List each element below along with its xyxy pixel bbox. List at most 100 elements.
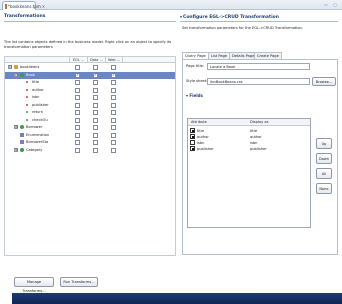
- transform-checkbox[interactable]: [75, 95, 80, 100]
- tree-node-isbn[interactable]: isbn: [5, 94, 175, 101]
- tree-node-label: Category: [26, 147, 43, 152]
- transform-checkbox[interactable]: [75, 140, 80, 145]
- transform-checkbox[interactable]: [75, 117, 80, 123]
- close-icon[interactable]: ✕: [42, 4, 45, 9]
- transform-checkbox[interactable]: [111, 140, 116, 145]
- transformations-title: Transformations: [4, 14, 46, 19]
- tree-node-booklieans[interactable]: ⊟ booklieans: [5, 64, 175, 71]
- up-button[interactable]: Up: [316, 138, 332, 149]
- transform-checkbox[interactable]: [111, 132, 116, 138]
- select-none-button[interactable]: None: [316, 183, 332, 194]
- select-all-button[interactable]: All: [316, 168, 332, 179]
- tree-node-borrowersta[interactable]: BorrowerSta: [5, 139, 175, 146]
- expand-icon[interactable]: ⊞: [14, 125, 18, 129]
- run-transforms-button[interactable]: Run Transforms...: [60, 277, 98, 287]
- field-checkbox[interactable]: [190, 128, 195, 133]
- file-icon: [5, 3, 7, 9]
- tab-list-page[interactable]: List Page: [208, 52, 231, 59]
- style-sheet-field[interactable]: /bnBookBeans.css: [207, 78, 310, 85]
- transform-checkbox[interactable]: [93, 147, 98, 153]
- display-as-column[interactable]: Display as: [250, 119, 268, 126]
- transform-checkbox[interactable]: [75, 102, 80, 108]
- attr-icon: [26, 103, 28, 106]
- window-controls[interactable]: ▭ ▢: [324, 2, 339, 7]
- down-button[interactable]: Down: [316, 153, 332, 164]
- field-checkbox[interactable]: [190, 134, 195, 139]
- tree-node-label: publisher: [32, 102, 49, 107]
- transform-checkbox[interactable]: [93, 102, 98, 108]
- transform-checkbox[interactable]: [111, 125, 116, 130]
- column-data[interactable]: Data ...: [87, 57, 105, 63]
- page-title-label: Page title:: [186, 64, 205, 68]
- tree-node-borrower[interactable]: ⊞ Borrower: [5, 124, 175, 131]
- tree-node-label: checkOu: [32, 117, 48, 122]
- transform-checkbox[interactable]: [93, 117, 98, 123]
- transform-checkbox[interactable]: [75, 147, 80, 153]
- column-web[interactable]: Web ...: [105, 57, 123, 63]
- collapse-icon[interactable]: ▾: [180, 14, 182, 19]
- field-attribute: publisher: [197, 147, 214, 151]
- tab-create-page[interactable]: Create Page: [254, 52, 282, 59]
- fields-table[interactable]: Attribute Display as title title author aut…: [187, 118, 311, 228]
- collapse-icon[interactable]: ⊟: [14, 72, 18, 77]
- transformation-tree[interactable]: EGL ... Data ... Web ... ⊟ booklieans ⊟ Boo…: [4, 56, 176, 256]
- transform-checkbox[interactable]: [75, 125, 80, 130]
- transform-checkbox[interactable]: [111, 87, 116, 93]
- transform-checkbox[interactable]: [93, 65, 98, 70]
- transform-checkbox[interactable]: [93, 140, 98, 145]
- field-checkbox[interactable]: [190, 146, 195, 151]
- transform-checkbox[interactable]: [93, 80, 98, 85]
- transform-checkbox[interactable]: [111, 147, 116, 153]
- tree-node-title[interactable]: title: [5, 79, 175, 86]
- tree-node-enumeration[interactable]: Enumeration: [5, 132, 175, 139]
- tree-node-checkou[interactable]: checkOu: [5, 117, 175, 124]
- transform-checkbox[interactable]: [75, 72, 80, 78]
- divider: [180, 21, 338, 22]
- transform-checkbox[interactable]: [111, 95, 116, 100]
- transform-checkbox[interactable]: [75, 80, 80, 85]
- transform-checkbox[interactable]: [75, 87, 80, 93]
- transform-checkbox[interactable]: [111, 65, 116, 70]
- configure-title-text: Configure EGL->CRUD Transformation: [183, 15, 279, 20]
- style-sheet-label: Style sheet:: [186, 79, 208, 83]
- transform-checkbox[interactable]: [111, 110, 116, 115]
- page-title-field[interactable]: Locate a Book: [207, 63, 310, 70]
- transform-checkbox[interactable]: [93, 110, 98, 115]
- manage-transforms-button[interactable]: Manage Transforms...: [14, 277, 54, 293]
- tree-node-label: Book: [26, 72, 35, 77]
- transform-checkbox[interactable]: [75, 65, 80, 70]
- attribute-column[interactable]: Attribute: [191, 119, 207, 126]
- transform-checkbox[interactable]: [93, 95, 98, 100]
- transform-checkbox[interactable]: [75, 132, 80, 138]
- collapse-icon[interactable]: ⊟: [8, 65, 12, 69]
- column-egl[interactable]: EGL ...: [69, 57, 87, 63]
- tree-node-book[interactable]: ⊟ Book: [5, 71, 175, 79]
- fields-table-header: Attribute Display as: [188, 119, 310, 126]
- editor-tab[interactable]: *bookkeans.tpm ✕: [2, 1, 45, 10]
- field-row[interactable]: publisher publisher: [188, 146, 310, 152]
- transform-checkbox[interactable]: [111, 102, 116, 108]
- transform-checkbox[interactable]: [93, 87, 98, 93]
- green-icon: [26, 118, 28, 121]
- tree-node-category[interactable]: ⊞ Category: [5, 147, 175, 154]
- enum-icon: [20, 140, 24, 144]
- transform-checkbox[interactable]: [111, 117, 116, 123]
- transform-checkbox[interactable]: [111, 72, 116, 78]
- expand-icon[interactable]: ⊞: [14, 147, 18, 152]
- tree-node-author[interactable]: author: [5, 87, 175, 94]
- editor-tab-label: *bookkeans.tpm: [8, 3, 41, 9]
- transform-checkbox[interactable]: [111, 80, 116, 85]
- transformations-description: The list contains objects defined in the…: [4, 40, 172, 49]
- tree-node-label: booklieans: [20, 65, 40, 69]
- transform-checkbox[interactable]: [93, 125, 98, 130]
- transform-checkbox[interactable]: [93, 132, 98, 138]
- transform-checkbox[interactable]: [93, 72, 98, 78]
- transform-checkbox[interactable]: [75, 110, 80, 115]
- tree-node-publisher[interactable]: publisher: [5, 102, 175, 109]
- browse-button[interactable]: Browse...: [312, 77, 336, 86]
- field-display-as[interactable]: publisher: [250, 146, 267, 152]
- fields-section[interactable]: ▾ Fields: [186, 93, 203, 98]
- tree-node-return[interactable]: return: [5, 109, 175, 116]
- field-checkbox[interactable]: [190, 140, 195, 145]
- status-bar-gap: [0, 293, 12, 304]
